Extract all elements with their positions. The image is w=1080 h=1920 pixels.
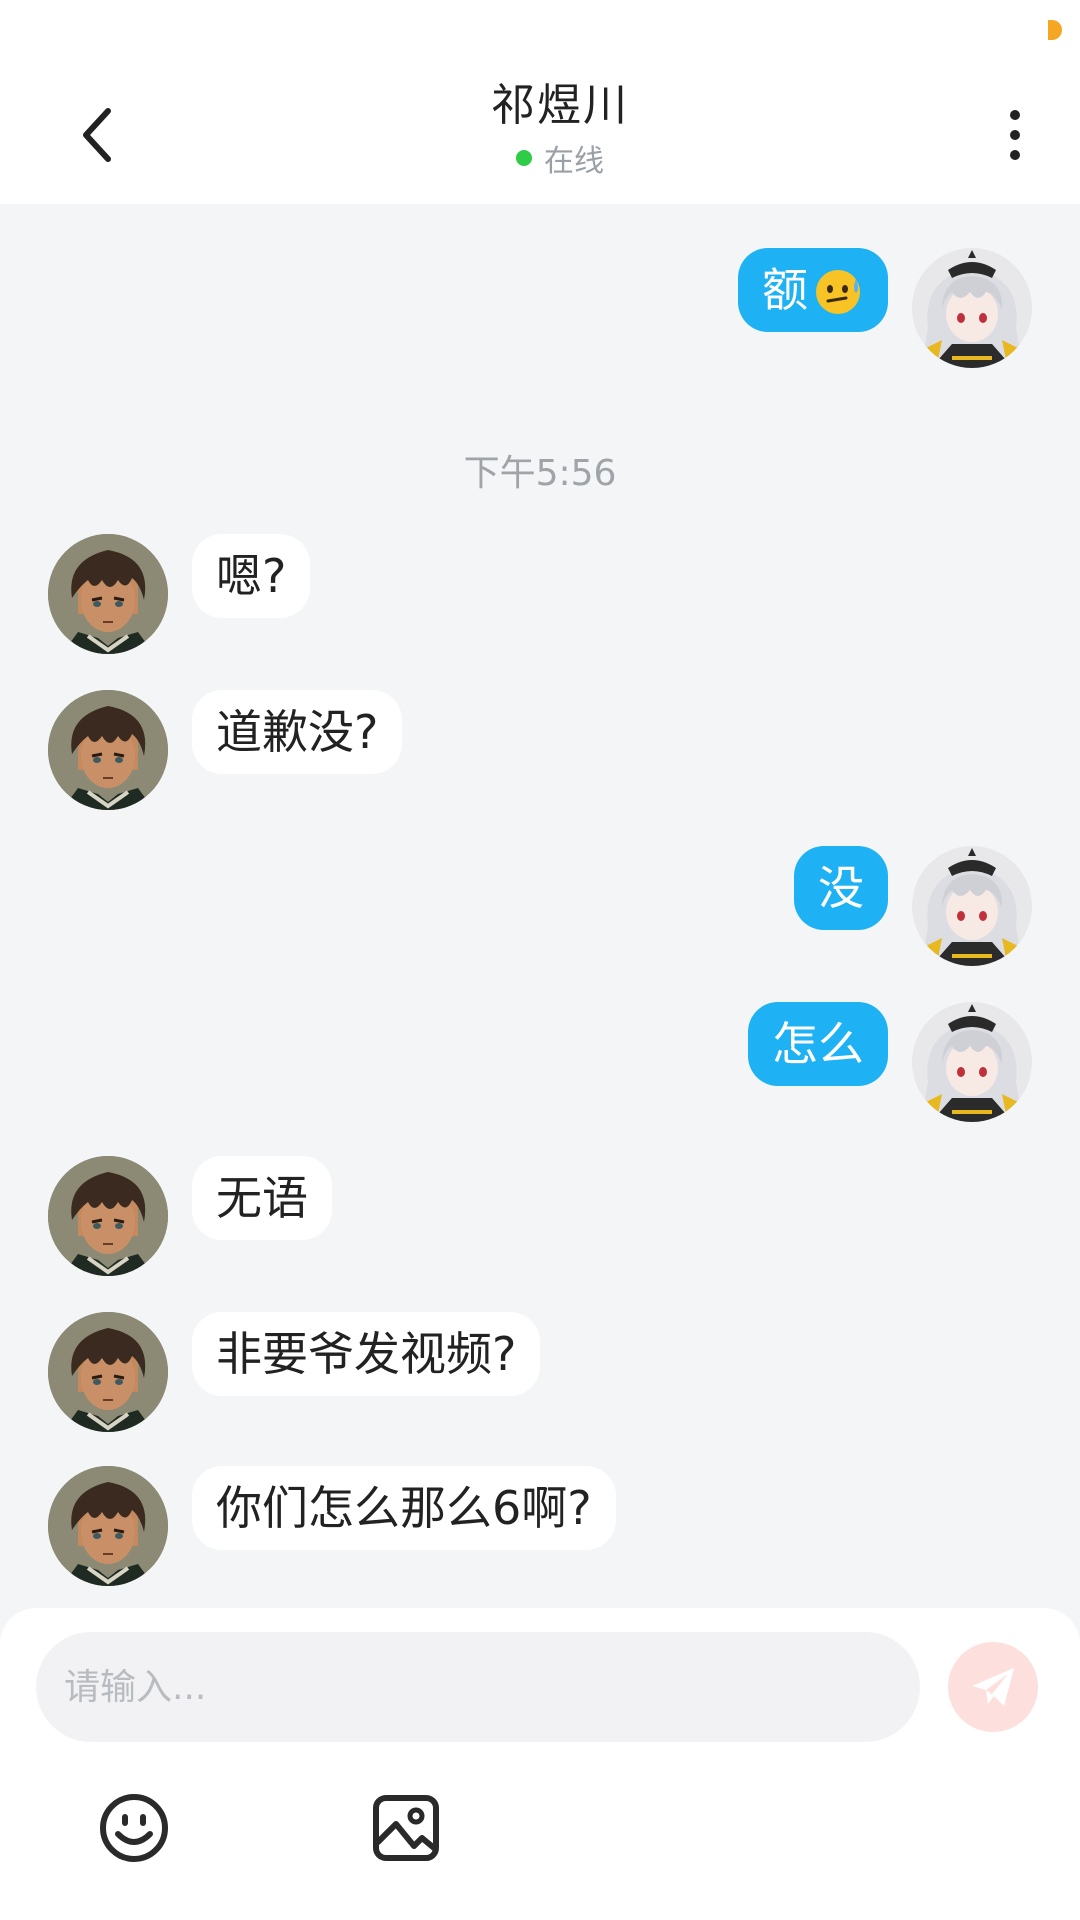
message-row-incoming: 你们怎么那么6啊? [0, 1466, 1080, 1590]
contact-avatar[interactable] [48, 534, 168, 654]
message-row-outgoing: 怎么 [0, 1002, 1080, 1126]
online-status-label: 在线 [544, 144, 604, 179]
online-status: 在线 [340, 136, 780, 180]
send-button[interactable] [948, 1642, 1038, 1732]
chat-header: 祁煜川 在线 [0, 60, 1080, 204]
contact-avatar[interactable] [48, 1156, 168, 1276]
message-row-outgoing: 没 [0, 846, 1080, 970]
back-button[interactable] [68, 100, 128, 170]
message-text: 额 [762, 263, 808, 317]
message-bubble-incoming[interactable]: 道歉没? [192, 690, 403, 774]
contact-avatar[interactable] [48, 1312, 168, 1432]
paper-plane-icon [972, 1668, 1014, 1706]
message-bubble-incoming[interactable]: 非要爷发视频? [192, 1312, 541, 1396]
image-icon [373, 1795, 439, 1861]
chevron-left-icon [83, 108, 111, 162]
status-indicator [1048, 20, 1062, 40]
message-input[interactable] [36, 1632, 920, 1742]
status-bar [0, 0, 1080, 60]
emoji-button[interactable] [98, 1792, 170, 1864]
message-bubble-outgoing[interactable]: 没 [794, 846, 888, 930]
more-options-button[interactable] [990, 100, 1040, 170]
title-block: 祁煜川 在线 [340, 78, 780, 180]
smiley-icon [100, 1794, 168, 1862]
contact-avatar[interactable] [48, 690, 168, 810]
more-vertical-icon [1010, 110, 1020, 160]
contact-name: 祁煜川 [491, 80, 629, 131]
message-row-incoming: 非要爷发视频? [0, 1312, 1080, 1436]
image-button[interactable] [370, 1792, 442, 1864]
contact-avatar[interactable] [48, 1466, 168, 1586]
anxious-sweat-face-emoji [816, 269, 860, 314]
message-bubble-incoming[interactable]: 你们怎么那么6啊? [192, 1466, 616, 1550]
message-timestamp: 下午5:56 [463, 453, 617, 494]
my-avatar[interactable] [912, 248, 1032, 368]
my-avatar[interactable] [912, 1002, 1032, 1122]
message-row-incoming: 道歉没? [0, 690, 1080, 814]
input-panel [0, 1608, 1080, 1920]
message-row-incoming: 嗯? [0, 534, 1080, 658]
message-list[interactable]: 额 下午5:56 嗯? 道歉没? 没 怎么 无语 非要爷发视频? 你们怎么那么6… [0, 204, 1080, 1610]
message-bubble-outgoing[interactable]: 怎么 [748, 1002, 888, 1086]
message-bubble-outgoing[interactable]: 额 [738, 248, 888, 332]
message-row-outgoing: 额 [0, 248, 1080, 372]
message-row-incoming: 无语 [0, 1156, 1080, 1280]
online-dot [516, 150, 532, 166]
message-bubble-incoming[interactable]: 嗯? [192, 534, 311, 618]
message-bubble-incoming[interactable]: 无语 [192, 1156, 332, 1240]
my-avatar[interactable] [912, 846, 1032, 966]
